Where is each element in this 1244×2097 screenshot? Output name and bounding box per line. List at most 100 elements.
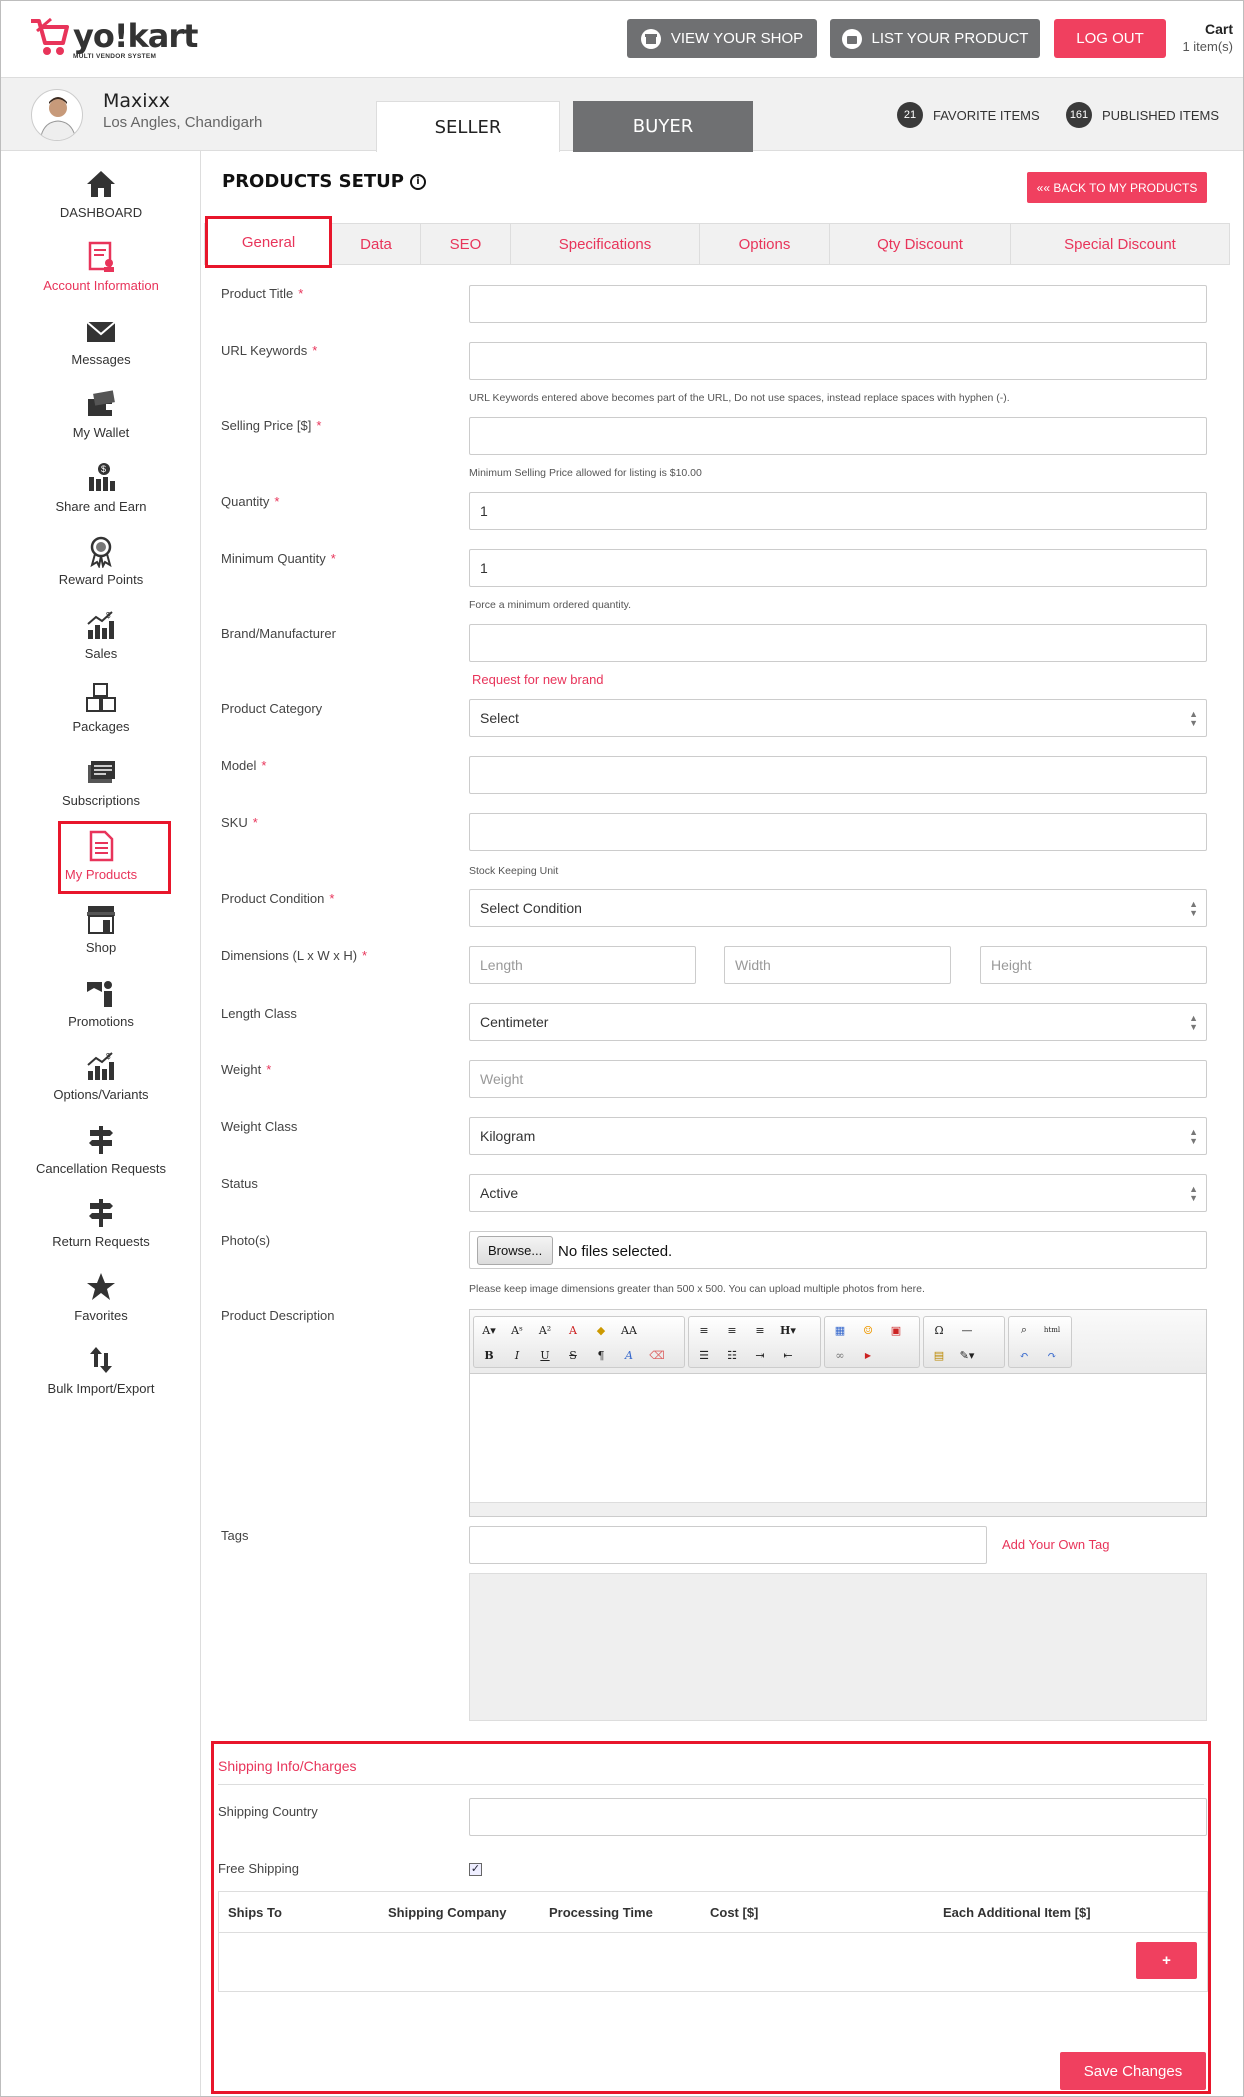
italic-icon[interactable]: I <box>506 1345 528 1365</box>
link-icon[interactable]: ∞ <box>829 1345 851 1365</box>
page-title: PRODUCTS SETUP i <box>222 171 426 192</box>
status-select[interactable]: Active ▲ ▼ <box>469 1174 1207 1212</box>
sidebar-item-reward-points[interactable]: Reward Points <box>1 534 201 604</box>
sidebar-item-label: Bulk Import/Export <box>47 1381 155 1396</box>
sidebar-item-bulk-import-export[interactable]: Bulk Import/Export <box>1 1343 201 1413</box>
width-input[interactable]: Width <box>724 946 951 984</box>
tab-data[interactable]: Data <box>332 224 421 264</box>
logout-button[interactable]: LOG OUT <box>1054 19 1166 58</box>
tab-qty-discount[interactable]: Qty Discount <box>830 224 1011 264</box>
indent-icon[interactable]: ⇥ <box>749 1345 771 1365</box>
sidebar-item-packages[interactable]: Packages <box>1 681 201 751</box>
sidebar-item-share-and-earn[interactable]: $ Share and Earn <box>1 461 201 531</box>
align-left-icon[interactable]: ≡ <box>693 1320 715 1340</box>
shipping-country-input[interactable] <box>469 1798 1207 1836</box>
add-own-tag-link[interactable]: Add Your Own Tag <box>1002 1537 1109 1552</box>
list-product-button[interactable]: LIST YOUR PRODUCT <box>830 19 1040 58</box>
weight-input[interactable]: Weight <box>469 1060 1207 1098</box>
sku-input[interactable] <box>469 813 1207 851</box>
save-changes-button[interactable]: Save Changes <box>1060 2052 1206 2090</box>
favorite-items-counter[interactable]: 21 FAVORITE ITEMS <box>897 102 1040 128</box>
align-center-icon[interactable]: ≡ <box>721 1320 743 1340</box>
length-input[interactable]: Length <box>469 946 696 984</box>
html-source-icon[interactable]: html <box>1041 1320 1063 1340</box>
align-right-icon[interactable]: ≡ <box>749 1320 771 1340</box>
avatar[interactable] <box>31 89 83 141</box>
sidebar-item-messages[interactable]: Messages <box>1 314 201 384</box>
numbered-list-icon[interactable]: ☷ <box>721 1345 743 1365</box>
add-shipping-row-button[interactable]: + <box>1136 1942 1197 1979</box>
sidebar-item-promotions[interactable]: Promotions <box>1 976 201 1046</box>
sidebar-item-account-information[interactable]: Account Information <box>1 240 201 310</box>
horizontal-rule-icon[interactable]: — <box>956 1320 978 1340</box>
editor-resize-handle[interactable] <box>470 1502 1206 1516</box>
outdent-icon[interactable]: ⇤ <box>777 1345 799 1365</box>
heading-icon[interactable]: H▾ <box>777 1320 799 1340</box>
tab-general[interactable]: General <box>205 216 332 268</box>
image-icon[interactable]: ▤ <box>928 1345 950 1365</box>
bullet-list-icon[interactable]: ☰ <box>693 1345 715 1365</box>
category-select[interactable]: Select ▲ ▼ <box>469 699 1207 737</box>
brand-input[interactable] <box>469 624 1207 662</box>
height-input[interactable]: Height <box>980 946 1207 984</box>
back-to-products-button[interactable]: «« BACK TO MY PRODUCTS <box>1027 172 1207 203</box>
font-color-icon[interactable]: A <box>562 1320 584 1340</box>
paragraph-style-icon[interactable]: ¶ <box>590 1345 612 1365</box>
emoji-icon[interactable]: ☺ <box>857 1320 879 1340</box>
cart-summary[interactable]: Cart 1 item(s) <box>1182 21 1233 54</box>
find-icon[interactable]: ⌕ <box>1013 1320 1035 1340</box>
length-class-select[interactable]: Centimeter ▲ ▼ <box>469 1003 1207 1041</box>
font-format-icon[interactable]: Aˢ <box>506 1320 528 1340</box>
edit-icon[interactable]: ✎▾ <box>956 1345 978 1365</box>
photos-file-input[interactable]: Browse... No files selected. <box>469 1231 1207 1269</box>
published-items-counter[interactable]: 161 PUBLISHED ITEMS <box>1066 102 1219 128</box>
request-brand-link[interactable]: Request for new brand <box>472 672 604 687</box>
highlight-icon[interactable]: ◆ <box>590 1320 612 1340</box>
special-char-icon[interactable]: Ω <box>928 1320 950 1340</box>
sidebar-item-sales[interactable]: $ Sales <box>1 608 201 678</box>
bold-icon[interactable]: B <box>478 1345 500 1365</box>
weight-class-select[interactable]: Kilogram ▲ ▼ <box>469 1117 1207 1155</box>
undo-icon[interactable]: ↶ <box>1013 1345 1035 1365</box>
redo-icon[interactable]: ↷ <box>1041 1345 1063 1365</box>
sidebar-item-my-wallet[interactable]: My Wallet <box>1 387 201 457</box>
tab-options[interactable]: Options <box>700 224 830 264</box>
url-keywords-input[interactable] <box>469 342 1207 380</box>
table-icon[interactable]: ▦ <box>829 1320 851 1340</box>
underline-icon[interactable]: U <box>534 1345 556 1365</box>
sidebar-item-return-requests[interactable]: Return Requests <box>1 1196 201 1266</box>
condition-select[interactable]: Select Condition ▲ ▼ <box>469 889 1207 927</box>
tab-buyer[interactable]: BUYER <box>573 101 753 152</box>
eraser-icon[interactable]: ⌫ <box>646 1345 668 1365</box>
free-shipping-checkbox[interactable]: ✓ <box>469 1863 482 1876</box>
view-shop-button[interactable]: VIEW YOUR SHOP <box>627 19 817 58</box>
tab-specifications[interactable]: Specifications <box>511 224 700 264</box>
quantity-input[interactable]: 1 <box>469 492 1207 530</box>
sidebar-item-options-variants[interactable]: $ Options/Variants <box>1 1049 201 1119</box>
text-style-icon[interactable]: A <box>618 1345 640 1365</box>
sidebar-item-shop[interactable]: Shop <box>1 902 201 972</box>
superscript-icon[interactable]: A² <box>534 1320 556 1340</box>
product-title-input[interactable] <box>469 285 1207 323</box>
min-quantity-input[interactable]: 1 <box>469 549 1207 587</box>
rich-text-editor[interactable]: A▾ Aˢ A² A ◆ AA B I U S ¶ A ⌫ ≡ ≡ ≡ H▾ ☰… <box>469 1309 1207 1517</box>
sidebar-item-cancellation-requests[interactable]: Cancellation Requests <box>1 1123 201 1193</box>
tab-special-discount[interactable]: Special Discount <box>1011 224 1229 264</box>
yokart-logo[interactable]: yo!kart MULTI VENDOR SYSTEM <box>29 15 198 63</box>
sidebar-item-dashboard[interactable]: DASHBOARD <box>1 167 201 237</box>
tags-input[interactable] <box>469 1526 987 1564</box>
youtube-icon[interactable]: ▶ <box>857 1345 879 1365</box>
info-icon[interactable]: i <box>409 173 426 190</box>
tab-seo[interactable]: SEO <box>421 224 511 264</box>
model-input[interactable] <box>469 756 1207 794</box>
tab-seller[interactable]: SELLER <box>376 101 560 152</box>
pdf-icon[interactable]: ▣ <box>885 1320 907 1340</box>
editor-body[interactable] <box>470 1374 1206 1502</box>
selling-price-input[interactable] <box>469 417 1207 455</box>
font-size-icon[interactable]: A▾ <box>478 1320 500 1340</box>
browse-button[interactable]: Browse... <box>477 1236 554 1265</box>
change-case-icon[interactable]: AA <box>618 1320 640 1340</box>
strikethrough-icon[interactable]: S <box>562 1345 584 1365</box>
sidebar-item-subscriptions[interactable]: Subscriptions <box>1 755 201 825</box>
sidebar-item-favorites[interactable]: Favorites <box>1 1270 201 1340</box>
